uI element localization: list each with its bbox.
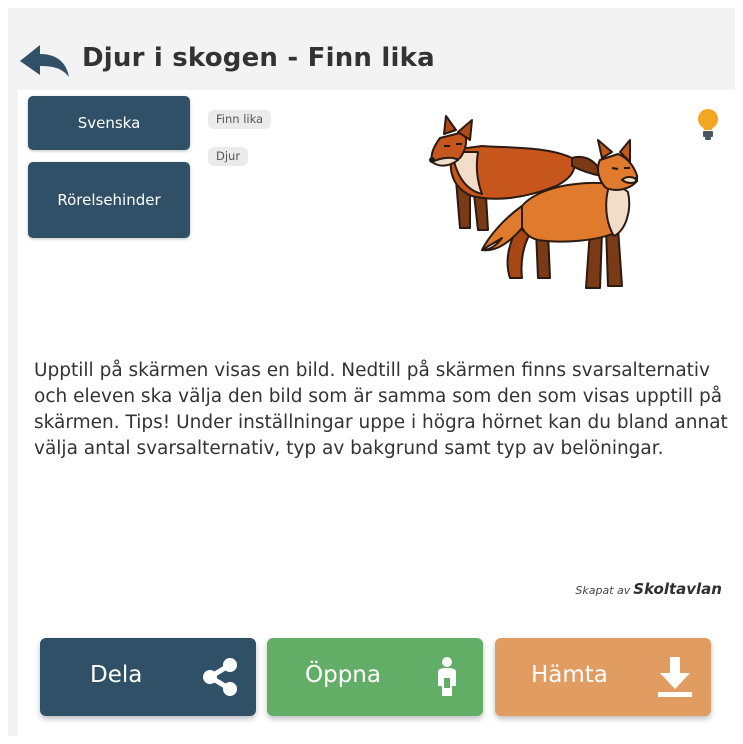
- need-tag-button[interactable]: Rörelsehinder: [28, 162, 190, 238]
- activity-card: Svenska Rörelsehinder Finn lika Djur Upp…: [18, 90, 738, 738]
- person-icon: [438, 657, 456, 696]
- download-button[interactable]: Hämta: [495, 638, 711, 716]
- chip-djur[interactable]: Djur: [208, 147, 249, 166]
- description-text: Upptill på skärmen visas en bild. Nedtil…: [34, 360, 728, 459]
- open-button-label: Öppna: [305, 662, 381, 688]
- language-tag-button[interactable]: Svenska: [28, 96, 190, 150]
- chip-finn-lika[interactable]: Finn lika: [208, 110, 272, 129]
- share-icon: [203, 658, 237, 696]
- share-button[interactable]: Dela: [40, 638, 256, 716]
- download-button-label: Hämta: [531, 662, 608, 688]
- credit-brand: Skoltavlan: [633, 580, 722, 598]
- two-foxes-illustration: [429, 115, 638, 289]
- share-button-label: Dela: [90, 662, 143, 688]
- page-title: Djur i skogen - Finn lika: [82, 43, 435, 73]
- download-icon: [658, 657, 692, 697]
- credit-prefix: Skapat av: [575, 584, 631, 597]
- header: Djur i skogen - Finn lika: [8, 32, 735, 88]
- credit-line: Skapat av Skoltavlan: [575, 580, 722, 598]
- lightbulb-icon[interactable]: [696, 108, 720, 142]
- app-frame: Djur i skogen - Finn lika Svenska Rörels…: [8, 8, 738, 738]
- open-button[interactable]: Öppna: [267, 638, 483, 716]
- back-arrow-icon[interactable]: [20, 44, 70, 78]
